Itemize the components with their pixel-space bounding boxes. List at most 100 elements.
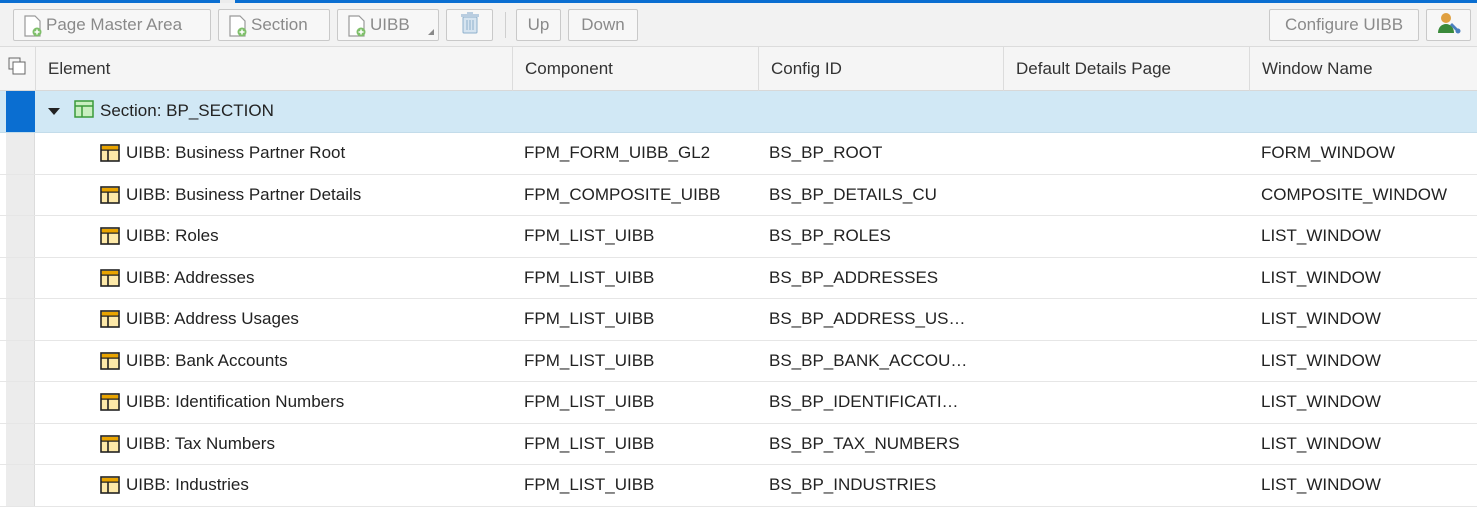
table-row[interactable]: UIBB: Industries FPM_LIST_UIBB BS_BP_INDUS… [0, 465, 1477, 507]
table-row[interactable]: UIBB: Identification Numbers FPM_LIST_UIB… [0, 382, 1477, 424]
element-cell: UIBB: Industries [100, 465, 249, 506]
element-label: UIBB: Business Partner Root [126, 143, 346, 163]
window-name-cell: LIST_WINDOW [1261, 267, 1381, 287]
up-label: Up [527, 15, 550, 34]
row-selector[interactable] [6, 216, 35, 257]
section-icon [74, 100, 94, 123]
page-master-area-label: Page Master Area [46, 15, 183, 34]
add-page-master-area-button[interactable]: Page Master Area [13, 9, 211, 41]
config-id-cell[interactable]: BS_BP_DETAILS_CU [769, 175, 937, 216]
element-cell: UIBB: Bank Accounts [100, 341, 288, 382]
element-label: UIBB: Business Partner Details [126, 184, 362, 204]
component-cell: FPM_LIST_UIBB [524, 350, 655, 370]
uibb-icon [100, 268, 120, 287]
component-cell: FPM_FORM_UIBB_GL2 [524, 143, 711, 163]
element-label: UIBB: Bank Accounts [126, 350, 288, 370]
expand-collapse-icon[interactable] [48, 107, 60, 115]
down-label: Down [581, 15, 625, 34]
element-cell: UIBB: Business Partner Root [100, 133, 345, 174]
configure-uibb-button[interactable]: Configure UIBB [1269, 9, 1419, 41]
user-settings-icon [1436, 11, 1462, 40]
element-cell: UIBB: Tax Numbers [100, 424, 275, 465]
uibb-icon [100, 351, 120, 370]
window-name-cell: COMPOSITE_WINDOW [1261, 184, 1448, 204]
row-selector[interactable] [6, 91, 35, 132]
element-cell: UIBB: Address Usages [100, 299, 299, 340]
row-selector[interactable] [6, 174, 35, 215]
column-header-default-details-page[interactable]: Default Details Page [1003, 47, 1249, 91]
component-cell: FPM_LIST_UIBB [524, 475, 655, 495]
component-cell: FPM_LIST_UIBB [524, 392, 655, 412]
row-selector[interactable] [6, 133, 35, 174]
row-selector[interactable] [6, 299, 35, 340]
window-name-cell: LIST_WINDOW [1261, 226, 1381, 246]
element-cell: UIBB: Business Partner Details [100, 175, 361, 216]
component-cell: FPM_LIST_UIBB [524, 309, 655, 329]
column-header-component[interactable]: Component [512, 47, 758, 91]
config-id-cell[interactable]: BS_BP_ADDRESSES [769, 258, 938, 299]
table-header: Element Component Config ID Default Deta… [0, 47, 1477, 91]
element-label: UIBB: Industries [126, 475, 249, 495]
table-row[interactable]: UIBB: Addresses FPM_LIST_UIBB BS_BP_ADDRES… [0, 257, 1477, 299]
row-selector[interactable] [6, 257, 35, 298]
uibb-icon [100, 393, 120, 412]
add-section-button[interactable]: Section [218, 9, 330, 41]
toolbar-separator [505, 12, 506, 38]
table-row[interactable]: UIBB: Bank Accounts FPM_LIST_UIBB BS_BP_BA… [0, 340, 1477, 382]
element-label: UIBB: Address Usages [126, 309, 299, 329]
row-selector[interactable] [6, 423, 35, 464]
select-all-column[interactable] [0, 47, 35, 91]
trash-icon [460, 11, 480, 40]
row-selector[interactable] [6, 465, 35, 506]
table-row[interactable]: UIBB: Business Partner Root FPM_FORM_UIBB… [0, 133, 1477, 175]
column-header-config-id[interactable]: Config ID [758, 47, 1003, 91]
component-cell: FPM_LIST_UIBB [524, 226, 655, 246]
component-cell: FPM_COMPOSITE_UIBB [524, 184, 721, 204]
table-row[interactable]: UIBB: Roles FPM_LIST_UIBB BS_BP_ROLES LIST_… [0, 216, 1477, 258]
uibb-icon [100, 185, 120, 204]
uibb-icon [100, 227, 120, 246]
config-id-cell[interactable]: BS_BP_INDUSTRIES [769, 465, 936, 506]
config-id-cell[interactable]: BS_BP_ADDRESS_US… [769, 299, 966, 340]
section-row[interactable]: Section: BP_SECTION [0, 91, 1477, 133]
uibb-icon [100, 144, 120, 163]
element-label: UIBB: Roles [126, 226, 219, 246]
config-id-cell[interactable]: BS_BP_IDENTIFICATI… [769, 382, 959, 423]
section-label: Section: BP_SECTION [100, 101, 274, 121]
move-up-button[interactable]: Up [516, 9, 561, 41]
window-name-cell: LIST_WINDOW [1261, 350, 1381, 370]
component-cell: FPM_LIST_UIBB [524, 433, 655, 453]
window-name-cell: LIST_WINDOW [1261, 475, 1381, 495]
window-name-cell: LIST_WINDOW [1261, 433, 1381, 453]
column-header-element[interactable]: Element [35, 47, 512, 91]
config-id-cell[interactable]: BS_BP_ROOT [769, 133, 882, 174]
config-id-cell[interactable]: BS_BP_TAX_NUMBERS [769, 424, 960, 465]
toolbar: Page Master Area Section UIBB Up Down Co… [0, 3, 1477, 47]
window-name-cell: LIST_WINDOW [1261, 392, 1381, 412]
section-element-cell: Section: BP_SECTION [48, 91, 274, 132]
config-id-cell[interactable]: BS_BP_BANK_ACCOU… [769, 341, 967, 382]
element-cell: UIBB: Roles [100, 216, 219, 257]
element-label: UIBB: Tax Numbers [126, 433, 275, 453]
row-selector[interactable] [6, 340, 35, 381]
config-id-cell[interactable]: BS_BP_ROLES [769, 216, 891, 257]
menu-caret-icon [428, 29, 434, 35]
personalize-button[interactable] [1426, 9, 1471, 41]
add-uibb-menu-button[interactable]: UIBB [337, 9, 439, 41]
table-row[interactable]: UIBB: Tax Numbers FPM_LIST_UIBB BS_BP_TAX_… [0, 423, 1477, 465]
element-cell: UIBB: Identification Numbers [100, 382, 344, 423]
window-name-cell: LIST_WINDOW [1261, 309, 1381, 329]
table-row[interactable]: UIBB: Business Partner Details FPM_COMPOS… [0, 174, 1477, 216]
section-label: Section [251, 15, 308, 34]
move-down-button[interactable]: Down [568, 9, 638, 41]
delete-button[interactable] [446, 9, 493, 41]
uibb-icon [100, 310, 120, 329]
column-header-window-name[interactable]: Window Name [1249, 47, 1477, 91]
add-document-icon [229, 15, 247, 37]
select-all-icon [8, 48, 26, 92]
element-label: UIBB: Addresses [126, 267, 255, 287]
table-row[interactable]: UIBB: Address Usages FPM_LIST_UIBB BS_BP_A… [0, 299, 1477, 341]
row-selector[interactable] [6, 382, 35, 423]
window-name-cell: FORM_WINDOW [1261, 143, 1396, 163]
configure-uibb-label: Configure UIBB [1284, 15, 1404, 34]
